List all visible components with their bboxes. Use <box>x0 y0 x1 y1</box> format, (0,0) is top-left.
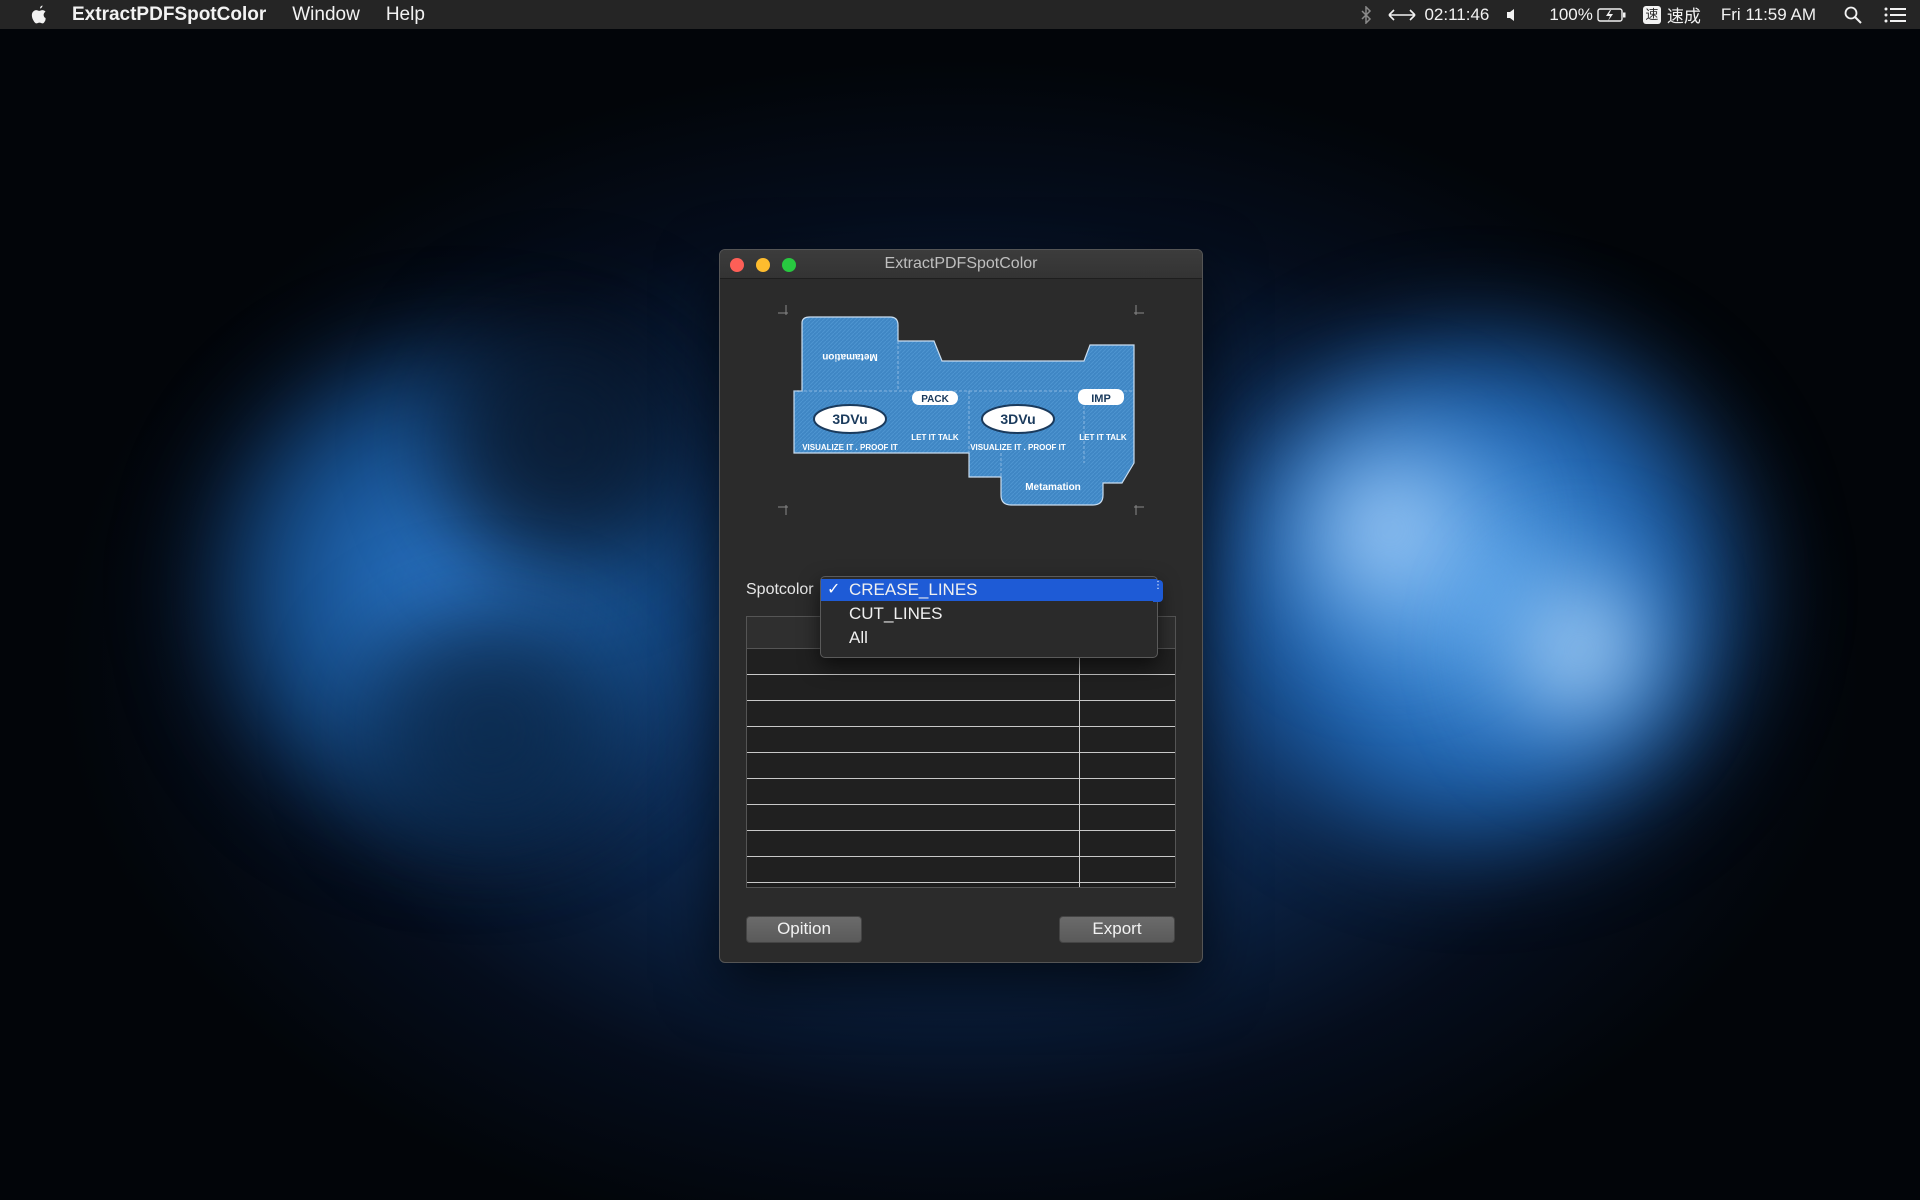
preview-tagline-right: VISUALIZE IT . PROOF IT <box>970 443 1066 452</box>
column-divider[interactable] <box>1079 648 1080 887</box>
preview-logo-left: 3DVu <box>832 411 867 427</box>
table-row[interactable] <box>747 805 1175 831</box>
bluetooth-icon[interactable] <box>1360 5 1372 24</box>
battery-percent[interactable]: 100% <box>1549 5 1592 25</box>
spotlight-search-icon[interactable] <box>1844 6 1862 24</box>
checkmark-icon: ✓ <box>827 581 841 598</box>
preview-brand-bottom: Metamation <box>1025 482 1081 493</box>
menubar-timer[interactable]: 02:11:46 <box>1424 5 1489 25</box>
option-button[interactable]: Opition <box>746 916 862 943</box>
preview-brand-top: Metamation <box>822 351 878 362</box>
preview-slogan-right: LET IT TALK <box>1079 433 1127 442</box>
table-row[interactable] <box>747 831 1175 857</box>
table-row[interactable] <box>747 675 1175 701</box>
ime-icon: 速 <box>1642 5 1661 24</box>
table-row[interactable] <box>747 779 1175 805</box>
menu-help[interactable]: Help <box>386 4 425 26</box>
table-row[interactable] <box>747 727 1175 753</box>
volume-icon[interactable] <box>1505 7 1521 23</box>
remote-arrows-icon[interactable] <box>1388 7 1417 23</box>
spotcolor-label: Spotcolor <box>746 581 814 598</box>
preview-imp-label: IMP <box>1091 393 1111 405</box>
dropdown-option-all[interactable]: All <box>821 627 1157 649</box>
menubar-clock[interactable]: Fri 11:59 AM <box>1721 5 1816 25</box>
spotcolor-dropdown-menu[interactable]: ✓ CREASE_LINES CUT_LINES All <box>820 576 1158 658</box>
dropdown-option-label: CREASE_LINES <box>849 580 978 599</box>
wallpaper-cloud <box>1480 520 1680 780</box>
popup-arrows-icon[interactable]: ⋮ <box>1153 580 1163 602</box>
wallpaper-cloud <box>420 280 700 600</box>
table-row[interactable] <box>747 753 1175 779</box>
table-row[interactable] <box>747 701 1175 727</box>
wallpaper-cloud <box>320 600 660 860</box>
preview-slogan-left: LET IT TALK <box>911 433 959 442</box>
window-title: ExtractPDFSpotColor <box>884 255 1038 272</box>
preview-pack-label: PACK <box>921 394 949 405</box>
pdf-preview: Metamation 3DVu 3DVu VISUALIZE IT . PROO… <box>778 305 1144 515</box>
apple-menu-icon[interactable] <box>28 3 50 27</box>
menu-app-name[interactable]: ExtractPDFSpotColor <box>72 4 266 26</box>
preview-tagline-left: VISUALIZE IT . PROOF IT <box>802 443 898 452</box>
export-button[interactable]: Export <box>1059 916 1175 943</box>
preview-logo-right: 3DVu <box>1000 411 1035 427</box>
dropdown-option-label: CUT_LINES <box>849 604 943 623</box>
input-method-indicator[interactable]: 速 速成 <box>1642 2 1701 27</box>
dropdown-option-cut-lines[interactable]: CUT_LINES <box>821 603 1157 625</box>
notification-center-icon[interactable] <box>1884 7 1906 23</box>
dropdown-option-label: All <box>849 628 868 647</box>
menu-bar: ExtractPDFSpotColor Window Help 02:11:46… <box>0 0 1920 29</box>
dropdown-option-crease-lines[interactable]: ✓ CREASE_LINES <box>821 579 1157 601</box>
table-row[interactable] <box>747 857 1175 883</box>
menu-window[interactable]: Window <box>292 4 360 26</box>
battery-icon[interactable] <box>1597 7 1627 23</box>
window-titlebar[interactable]: ExtractPDFSpotColor <box>720 250 1202 279</box>
ime-label: 速成 <box>1666 7 1701 26</box>
